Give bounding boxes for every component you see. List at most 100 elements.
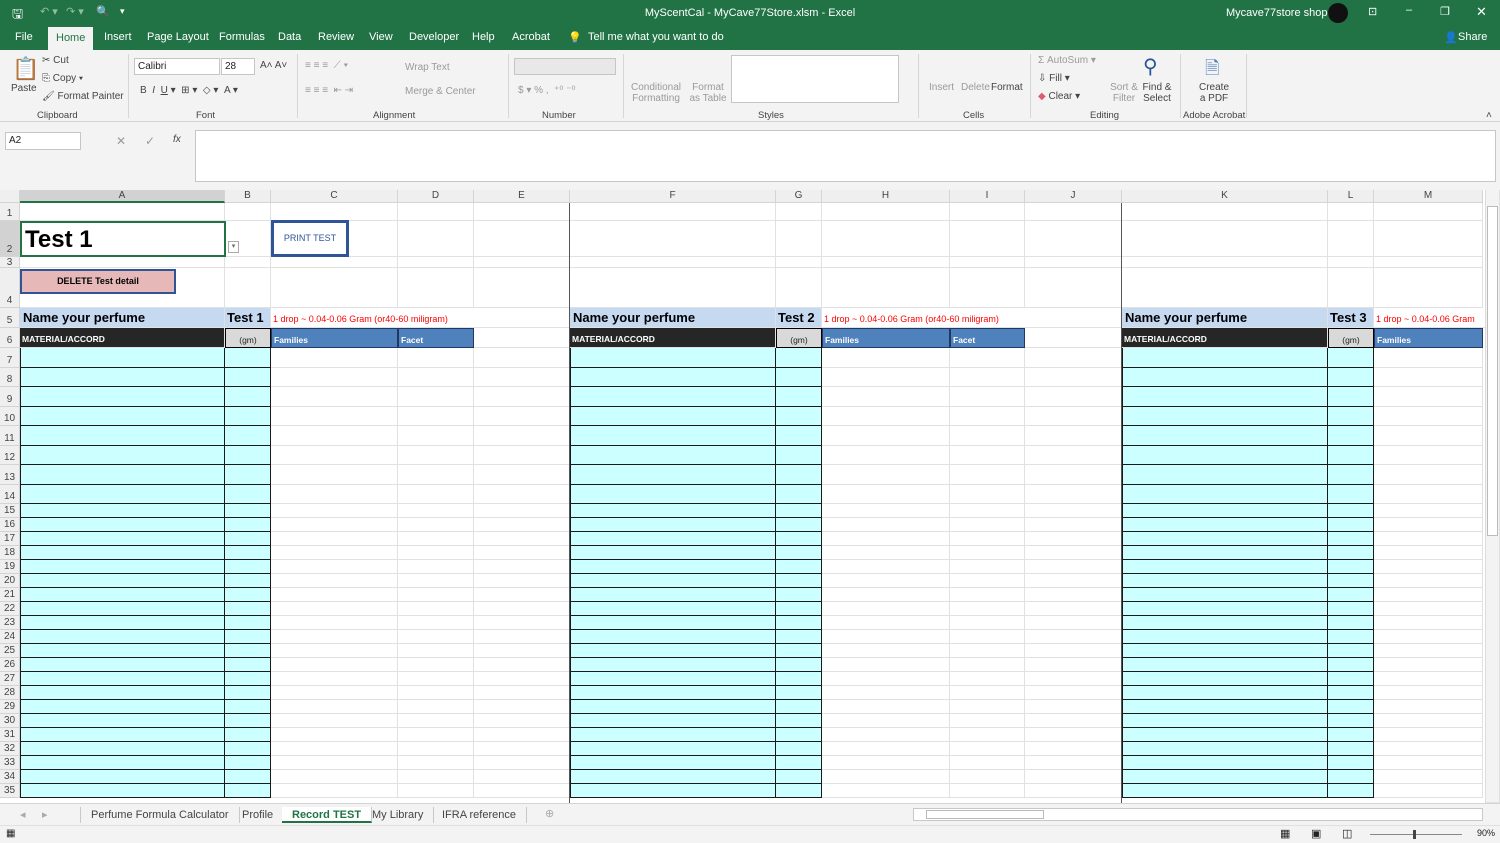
cell[interactable] xyxy=(950,367,1025,387)
gram-input-cell[interactable] xyxy=(776,367,822,387)
gram-input-cell[interactable] xyxy=(776,560,822,574)
tab-file[interactable]: File xyxy=(15,31,33,43)
cell[interactable] xyxy=(398,784,474,798)
row-header[interactable]: 25 xyxy=(0,644,20,658)
cell[interactable] xyxy=(950,616,1025,630)
cell[interactable] xyxy=(950,784,1025,798)
title-cell[interactable]: Test 1 xyxy=(20,221,226,257)
cell[interactable] xyxy=(1374,616,1483,630)
cell[interactable] xyxy=(822,588,950,602)
material-input-cell[interactable] xyxy=(1122,714,1328,728)
material-input-cell[interactable] xyxy=(1122,518,1328,532)
gram-input-cell[interactable] xyxy=(776,484,822,504)
gram-input-cell[interactable] xyxy=(225,367,271,387)
gram-input-cell[interactable] xyxy=(1328,756,1374,770)
gram-input-cell[interactable] xyxy=(1328,532,1374,546)
cell[interactable] xyxy=(474,426,570,446)
material-input-cell[interactable] xyxy=(1122,574,1328,588)
material-input-cell[interactable] xyxy=(570,672,776,686)
cell[interactable] xyxy=(398,465,474,485)
cell[interactable] xyxy=(1374,484,1483,504)
sheet-tab-perfume-formula-calculator[interactable]: Perfume Formula Calculator xyxy=(80,807,240,823)
cell[interactable] xyxy=(1025,445,1122,465)
cell[interactable] xyxy=(822,484,950,504)
macro-record-icon[interactable]: ▦ xyxy=(6,828,15,839)
cut-button[interactable]: ✂ Cut xyxy=(42,55,69,66)
format-cells-button[interactable]: Format xyxy=(991,82,1023,93)
cell[interactable] xyxy=(271,770,398,784)
tab-page-layout[interactable]: Page Layout xyxy=(147,31,209,43)
cell[interactable] xyxy=(822,532,950,546)
cell[interactable] xyxy=(822,602,950,616)
tab-review[interactable]: Review xyxy=(318,31,354,43)
cell[interactable] xyxy=(1025,268,1122,308)
material-input-cell[interactable] xyxy=(570,406,776,426)
cell[interactable] xyxy=(398,700,474,714)
cell[interactable] xyxy=(822,644,950,658)
material-input-cell[interactable] xyxy=(1122,784,1328,798)
material-input-cell[interactable] xyxy=(1122,742,1328,756)
cell[interactable] xyxy=(225,203,271,221)
cell[interactable] xyxy=(950,560,1025,574)
gram-input-cell[interactable] xyxy=(1328,484,1374,504)
column-header-C[interactable]: C xyxy=(271,190,398,203)
gram-input-cell[interactable] xyxy=(1328,658,1374,672)
cell[interactable] xyxy=(398,406,474,426)
cell[interactable] xyxy=(1025,644,1122,658)
cell[interactable] xyxy=(398,426,474,446)
cell[interactable] xyxy=(950,658,1025,672)
tab-data[interactable]: Data xyxy=(278,31,301,43)
cell[interactable] xyxy=(474,518,570,532)
row-header[interactable]: 14 xyxy=(0,484,20,504)
material-input-cell[interactable] xyxy=(570,504,776,518)
material-input-cell[interactable] xyxy=(20,728,225,742)
cell[interactable] xyxy=(822,348,950,368)
gram-input-cell[interactable] xyxy=(225,700,271,714)
cell[interactable] xyxy=(271,714,398,728)
cell[interactable] xyxy=(398,387,474,407)
material-input-cell[interactable] xyxy=(20,560,225,574)
cell[interactable] xyxy=(398,742,474,756)
gram-input-cell[interactable] xyxy=(225,784,271,798)
cell[interactable] xyxy=(950,686,1025,700)
cell[interactable] xyxy=(398,658,474,672)
gram-input-cell[interactable] xyxy=(1328,602,1374,616)
cell[interactable] xyxy=(271,728,398,742)
material-input-cell[interactable] xyxy=(20,387,225,407)
gram-input-cell[interactable] xyxy=(225,602,271,616)
zoom-slider-thumb[interactable] xyxy=(1413,830,1416,839)
cell[interactable] xyxy=(1025,221,1122,257)
row-header[interactable]: 16 xyxy=(0,518,20,532)
cell[interactable] xyxy=(1374,700,1483,714)
material-input-cell[interactable] xyxy=(570,574,776,588)
insert-cells-button[interactable]: Insert xyxy=(929,82,954,93)
cell[interactable] xyxy=(398,203,474,221)
zoom-level[interactable]: 90% xyxy=(1477,828,1495,838)
cell[interactable] xyxy=(950,426,1025,446)
material-input-cell[interactable] xyxy=(570,742,776,756)
material-input-cell[interactable] xyxy=(20,588,225,602)
material-input-cell[interactable] xyxy=(1122,630,1328,644)
material-input-cell[interactable] xyxy=(20,602,225,616)
gram-input-cell[interactable] xyxy=(776,574,822,588)
column-header-M[interactable]: M xyxy=(1374,190,1483,203)
cell[interactable] xyxy=(1374,560,1483,574)
gram-input-cell[interactable] xyxy=(776,348,822,368)
cell[interactable] xyxy=(474,560,570,574)
cell[interactable] xyxy=(474,484,570,504)
sheet-tab-my-library[interactable]: My Library xyxy=(362,807,435,823)
undo-icon[interactable]: ↶ ▾ xyxy=(40,5,58,18)
tab-insert[interactable]: Insert xyxy=(104,31,132,43)
cell[interactable] xyxy=(1374,756,1483,770)
gram-input-cell[interactable] xyxy=(1328,588,1374,602)
sort-filter-button[interactable]: Sort & Filter xyxy=(1108,82,1140,104)
material-input-cell[interactable] xyxy=(20,406,225,426)
gram-input-cell[interactable] xyxy=(1328,700,1374,714)
row-header[interactable]: 30 xyxy=(0,714,20,728)
cell[interactable] xyxy=(398,348,474,368)
cell[interactable] xyxy=(950,546,1025,560)
gram-input-cell[interactable] xyxy=(776,672,822,686)
gram-input-cell[interactable] xyxy=(225,728,271,742)
column-header-A[interactable]: A xyxy=(20,190,225,203)
copy-button[interactable]: ⎘ Copy ▾ xyxy=(42,73,83,84)
